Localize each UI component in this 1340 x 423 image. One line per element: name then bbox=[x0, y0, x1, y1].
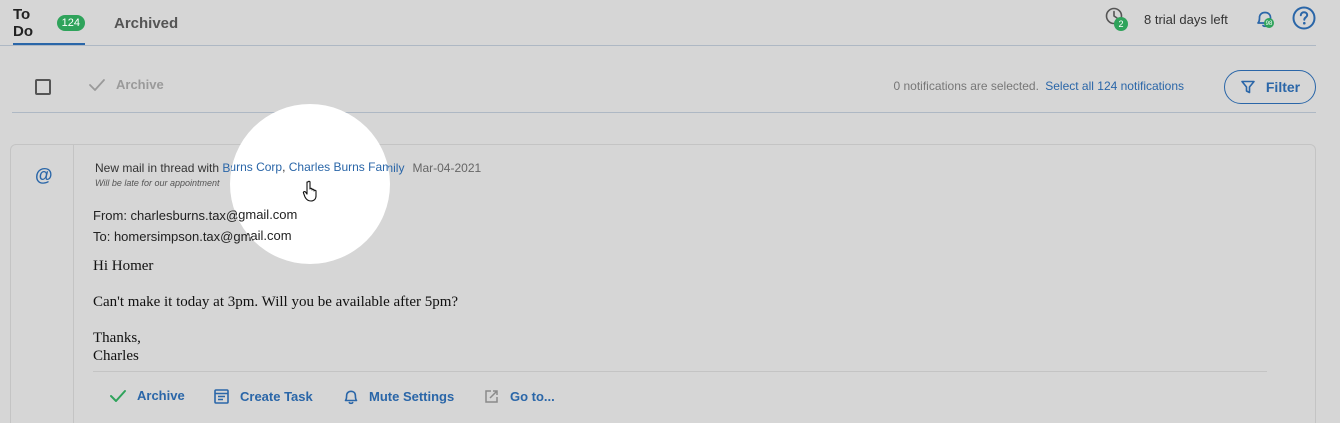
actions-divider bbox=[93, 371, 1267, 372]
go-to-label: Go to... bbox=[510, 389, 555, 404]
mail-greeting: Hi Homer bbox=[93, 258, 154, 274]
card-icon-column: @ bbox=[11, 145, 74, 423]
mail-message: Can't make it today at 3pm. Will you be … bbox=[93, 294, 459, 310]
trial-status[interactable]: 2 8 trial days left bbox=[1104, 6, 1228, 32]
notification-prefix: New mail in thread with bbox=[95, 161, 223, 175]
bulk-toolbar: Archive 0 notifications are selected. Se… bbox=[0, 62, 1340, 112]
external-link-icon bbox=[485, 390, 498, 403]
go-to-button[interactable]: Go to... bbox=[483, 388, 555, 405]
bulk-archive-button[interactable]: Archive bbox=[88, 77, 164, 92]
create-task-button[interactable]: Create Task bbox=[213, 388, 313, 405]
history-badge: 2 bbox=[1114, 17, 1128, 31]
bell-badge: 98 bbox=[1266, 21, 1273, 27]
check-icon bbox=[89, 78, 105, 91]
select-all-link[interactable]: Select all 124 notifications bbox=[1045, 79, 1184, 93]
tab-archived[interactable]: Archived bbox=[114, 0, 178, 46]
mail-signature: Charles bbox=[93, 348, 139, 364]
tab-divider bbox=[0, 45, 1316, 46]
selection-status: 0 notifications are selected. Select all… bbox=[893, 79, 1184, 93]
to-do-count-badge: 124 bbox=[56, 15, 85, 31]
archive-label: Archive bbox=[137, 388, 185, 403]
filter-button[interactable]: Filter bbox=[1224, 70, 1316, 104]
mail-at-icon: @ bbox=[35, 165, 53, 185]
top-bar: To Do 124 Archived 2 8 trial days left 9… bbox=[0, 0, 1340, 46]
tab-to-do[interactable]: To Do 124 bbox=[13, 0, 85, 46]
task-icon bbox=[214, 389, 229, 404]
archive-button[interactable]: Archive bbox=[109, 388, 185, 403]
toolbar-divider bbox=[12, 112, 1316, 113]
history-icon[interactable]: 2 bbox=[1104, 6, 1128, 32]
mail-subject: Will be late for our appointment bbox=[95, 178, 220, 188]
mute-settings-label: Mute Settings bbox=[369, 389, 455, 404]
bell-icon bbox=[344, 390, 358, 405]
trial-days-text: 8 trial days left bbox=[1144, 11, 1228, 27]
notifications-bell-icon[interactable]: 98 bbox=[1254, 8, 1276, 30]
mute-settings-button[interactable]: Mute Settings bbox=[343, 388, 454, 405]
help-icon[interactable] bbox=[1292, 6, 1316, 30]
bulk-archive-label: Archive bbox=[116, 77, 164, 92]
hand-cursor-icon bbox=[302, 180, 320, 202]
mail-closing: Thanks, bbox=[93, 330, 141, 346]
notification-card[interactable]: @ New mail in thread with Burns Corp, Ch… bbox=[10, 144, 1316, 423]
check-icon bbox=[110, 389, 126, 402]
tab-archived-label: Archived bbox=[114, 14, 179, 32]
notification-date: Mar-04-2021 bbox=[412, 161, 482, 175]
selection-count-text: 0 notifications are selected. bbox=[893, 79, 1039, 93]
tab-to-do-label: To Do bbox=[13, 6, 33, 40]
select-all-checkbox[interactable] bbox=[35, 79, 51, 95]
create-task-label: Create Task bbox=[240, 389, 313, 404]
filter-icon bbox=[1241, 80, 1255, 94]
filter-label: Filter bbox=[1265, 79, 1301, 95]
